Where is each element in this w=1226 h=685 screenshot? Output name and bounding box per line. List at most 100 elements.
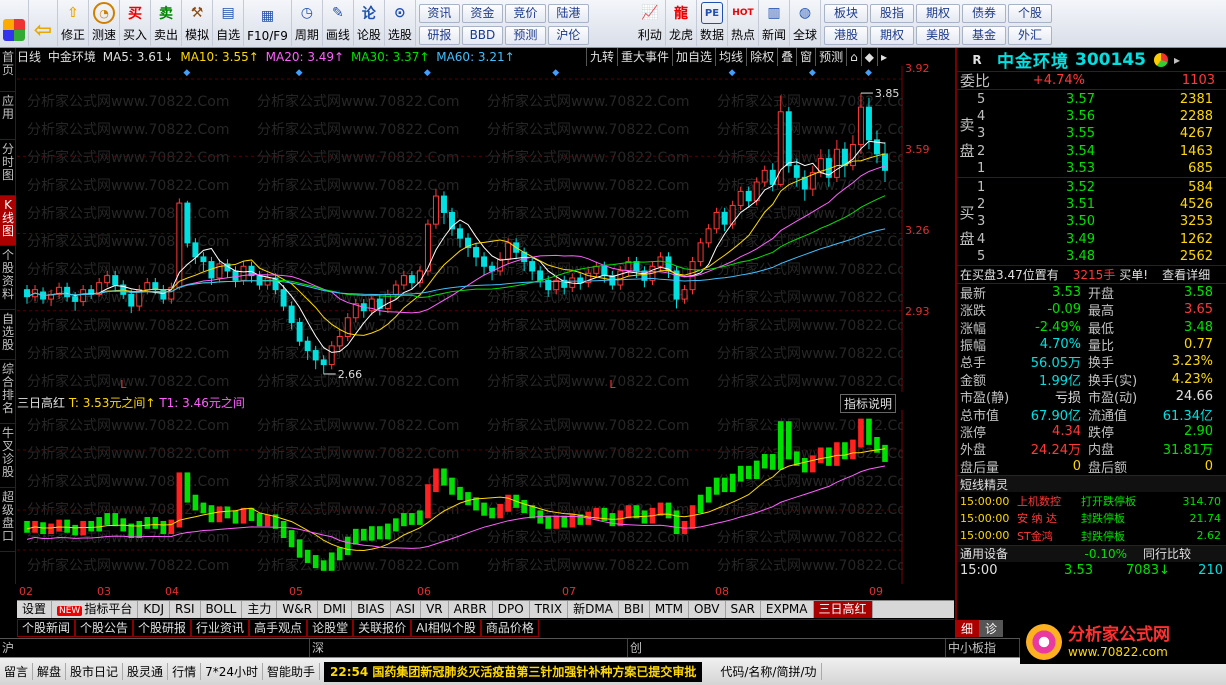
data-button[interactable]: PE 数据 xyxy=(697,0,728,46)
quick-hk-connect[interactable]: 陆港 xyxy=(547,4,589,23)
tab-indicator-platform[interactable]: NEW 指标平台 xyxy=(52,601,139,618)
f10-button[interactable]: ▦ F10/F9 xyxy=(244,0,292,46)
view-detail-link[interactable]: 查看详细 xyxy=(1162,266,1210,283)
tab-related-quotes[interactable]: 关联报价 xyxy=(353,620,412,637)
tab-detail[interactable]: 细 xyxy=(955,620,980,637)
forum-button[interactable]: 论 论股 xyxy=(354,0,385,46)
tab-mtm[interactable]: MTM xyxy=(650,601,689,618)
buy-button[interactable]: 买 买入 xyxy=(120,0,152,46)
tab-forum[interactable]: 论股堂 xyxy=(307,620,354,637)
tab-expert-view[interactable]: 高手观点 xyxy=(249,620,308,637)
profit-button[interactable]: 📈 利动 xyxy=(635,0,666,46)
quick-shanghai-london[interactable]: 沪伦 xyxy=(547,26,589,45)
tab-obv[interactable]: OBV xyxy=(689,601,726,618)
tab-bias[interactable]: BIAS xyxy=(352,601,391,618)
quick-forex[interactable]: 外汇 xyxy=(1008,26,1053,45)
quick-us-stocks[interactable]: 美股 xyxy=(916,26,961,45)
expand-icon[interactable]: ▸ xyxy=(876,48,890,66)
tab-kline[interactable]: K线图 xyxy=(0,196,16,246)
news-ticker[interactable]: 22:54 国药集团新冠肺炎灭活疫苗第三针加强针补种方案已提交审批 xyxy=(324,661,703,682)
quick-options[interactable]: 期权 xyxy=(870,26,915,45)
quick-sector[interactable]: 板块 xyxy=(824,4,869,23)
tab-stock-research[interactable]: 个股研报 xyxy=(133,620,192,637)
sell-price[interactable]: 3.56 xyxy=(999,109,1099,124)
global-button[interactable]: ◍ 全球 xyxy=(790,0,822,46)
elf-stock[interactable]: ST金鸿 xyxy=(1017,528,1081,544)
tool-window[interactable]: 窗 xyxy=(796,48,815,66)
tab-trix[interactable]: TRIX xyxy=(530,601,569,618)
code-search-box[interactable]: 代码/名称/简拼/功 xyxy=(716,663,822,680)
tab-wr[interactable]: W&R xyxy=(277,601,318,618)
tab-bbi[interactable]: BBI xyxy=(619,601,650,618)
tab-commodity[interactable]: 商品价格 xyxy=(480,620,539,637)
fix-button[interactable]: ⇧ 修正 xyxy=(58,0,90,46)
elf-stock[interactable]: 上机数控 xyxy=(1017,493,1081,509)
tool-major-events[interactable]: 重大事件 xyxy=(617,48,672,66)
tab-new-dma[interactable]: 新DMA xyxy=(568,601,619,618)
dropdown-icon[interactable]: ▸ xyxy=(1174,53,1180,67)
quick-index-futures[interactable]: 股指 xyxy=(870,4,915,23)
quick-funds[interactable]: 资金 xyxy=(461,4,503,23)
quick-funds-2[interactable]: 基金 xyxy=(962,26,1007,45)
sell-price[interactable]: 3.57 xyxy=(999,92,1099,107)
simulate-button[interactable]: ⚒ 模拟 xyxy=(182,0,214,46)
status-assistant[interactable]: 智能助手 xyxy=(263,663,320,680)
quick-bbd[interactable]: BBD xyxy=(461,26,503,45)
menu-button[interactable] xyxy=(0,0,29,46)
news-button[interactable]: ▥ 新闻 xyxy=(759,0,790,46)
quick-info[interactable]: 资讯 xyxy=(418,4,460,23)
tab-main-force[interactable]: 主力 xyxy=(242,601,278,618)
dragon-button[interactable]: 龍 龙虎 xyxy=(666,0,697,46)
tool-overlay[interactable]: 叠 xyxy=(777,48,796,66)
hot-button[interactable]: HOT 热点 xyxy=(728,0,759,46)
tab-arbr[interactable]: ARBR xyxy=(449,601,493,618)
tool-nine-turn[interactable]: 九转 xyxy=(586,48,617,66)
tab-three-day-red[interactable]: 三日高红 xyxy=(813,601,873,618)
tab-vr[interactable]: VR xyxy=(421,601,449,618)
diamond-icon[interactable]: ◆ xyxy=(860,48,877,66)
tab-ranking[interactable]: 综合排名 xyxy=(0,360,16,424)
sell-button[interactable]: 卖 卖出 xyxy=(151,0,183,46)
tool-ma[interactable]: 均线 xyxy=(715,48,746,66)
tab-watchlist[interactable]: 自选股 xyxy=(0,310,16,360)
sell-price[interactable]: 3.54 xyxy=(999,144,1099,159)
tab-industry-news[interactable]: 行业资讯 xyxy=(191,620,250,637)
quick-forecast[interactable]: 预测 xyxy=(504,26,546,45)
sector-name[interactable]: 通用设备 xyxy=(957,545,1057,562)
tab-sar[interactable]: SAR xyxy=(726,601,761,618)
tab-home[interactable]: 首页 xyxy=(0,48,16,92)
tab-ai-similar[interactable]: AI相似个股 xyxy=(411,620,481,637)
quick-stocks[interactable]: 个股 xyxy=(1008,4,1053,23)
back-button[interactable]: ⇦ xyxy=(29,0,58,46)
index-shenzhen[interactable]: 深 xyxy=(310,639,628,657)
tab-stock-notice[interactable]: 个股公告 xyxy=(75,620,134,637)
buy-price[interactable]: 3.51 xyxy=(999,197,1099,212)
tab-boll[interactable]: BOLL xyxy=(201,601,243,618)
tab-settings[interactable]: 设置 xyxy=(17,601,53,618)
status-quotes[interactable]: 行情 xyxy=(168,663,202,680)
sell-price[interactable]: 3.53 xyxy=(999,161,1099,176)
kline-chart[interactable]: 分析家公式网www.70822.Com 分析家公式网www.70822.Com 分析… xyxy=(17,66,903,392)
tab-expma[interactable]: EXPMA xyxy=(761,601,814,618)
quick-bonds[interactable]: 债券 xyxy=(962,4,1007,23)
tab-asi[interactable]: ASI xyxy=(391,601,422,618)
tab-apps[interactable]: 应用 xyxy=(0,92,16,140)
stock-select-button[interactable]: ⊙ 选股 xyxy=(385,0,416,46)
index-sme[interactable]: 中小板指 xyxy=(946,639,1020,657)
quick-auction[interactable]: 竞价 xyxy=(504,4,546,23)
pie-icon[interactable] xyxy=(1153,52,1168,67)
tab-rsi[interactable]: RSI xyxy=(170,601,201,618)
indicator-chart[interactable]: 分析家公式网www.70822.Com 分析家公式网www.70822.Com 分析… xyxy=(17,410,903,584)
status-analysis[interactable]: 解盘 xyxy=(33,663,67,680)
tab-diagnose[interactable]: 诊 xyxy=(979,620,1004,637)
draw-button[interactable]: ✎ 画线 xyxy=(323,0,354,46)
quick-hk-stocks[interactable]: 港股 xyxy=(824,26,869,45)
tab-kdj[interactable]: KDJ xyxy=(138,601,171,618)
index-shanghai[interactable]: 沪 xyxy=(0,639,310,657)
home-icon[interactable]: ⌂ xyxy=(846,48,861,66)
tool-add-watch[interactable]: 加自选 xyxy=(672,48,715,66)
period-button[interactable]: ◷ 周期 xyxy=(292,0,323,46)
index-chinext[interactable]: 创 xyxy=(628,639,946,657)
quick-research[interactable]: 研报 xyxy=(418,26,460,45)
tab-intraday[interactable]: 分时图 xyxy=(0,140,16,196)
